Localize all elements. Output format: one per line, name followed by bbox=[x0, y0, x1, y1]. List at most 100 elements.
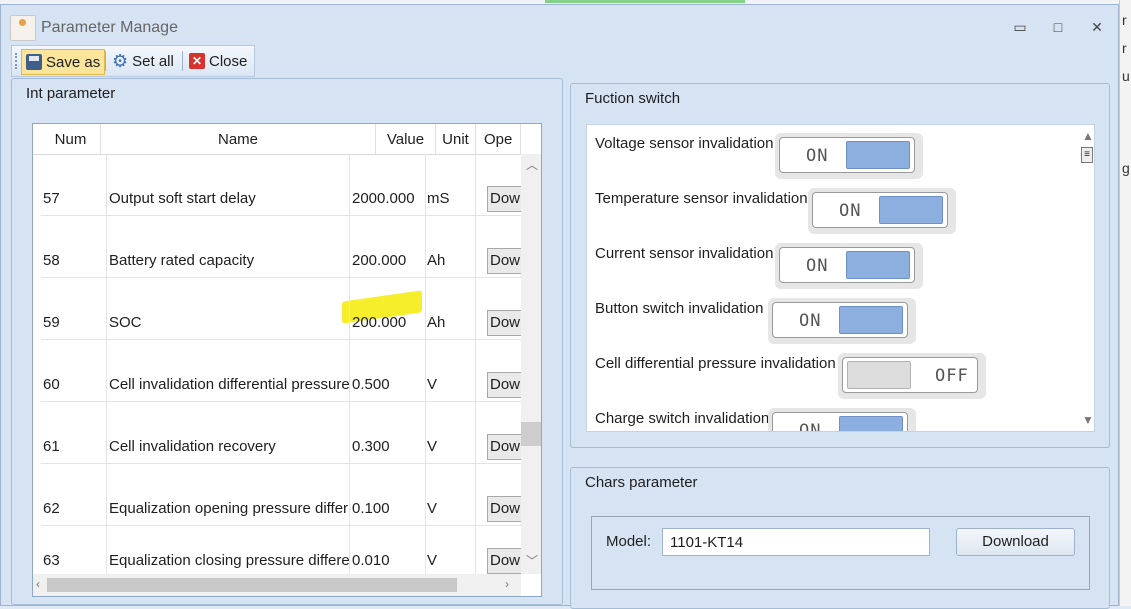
app-logo-icon bbox=[10, 15, 36, 41]
row-download-button[interactable]: Dow bbox=[487, 548, 523, 574]
switch-label: Button switch invalidation bbox=[595, 300, 764, 317]
gear-icon: ⚙ bbox=[112, 51, 129, 71]
parameter-grid: Num Name Value Unit Ope 57 Output soft s… bbox=[32, 123, 542, 597]
column-header-name[interactable]: Name bbox=[101, 124, 376, 154]
row-value[interactable]: 200.000 bbox=[352, 252, 424, 269]
table-row[interactable]: 59 SOC 200.000 Ah Dow bbox=[41, 278, 523, 340]
row-num: 62 bbox=[43, 500, 60, 517]
table-row[interactable]: 61 Cell invalidation recovery 0.300 V Do… bbox=[41, 402, 523, 464]
row-name: Output soft start delay bbox=[109, 190, 256, 207]
grid-vertical-scroll-thumb[interactable] bbox=[521, 422, 541, 446]
toggle-knob bbox=[839, 306, 903, 334]
row-value[interactable]: 0.100 bbox=[352, 500, 424, 517]
grid-header: Num Name Value Unit Ope bbox=[33, 124, 521, 155]
toolbar-grip[interactable] bbox=[15, 53, 19, 69]
scroll-up-icon[interactable]: ︿ bbox=[526, 156, 538, 173]
table-row[interactable]: 62 Equalization opening pressure differ … bbox=[41, 464, 523, 526]
row-name: Battery rated capacity bbox=[109, 252, 255, 269]
toggle-button-switch[interactable]: ON bbox=[768, 298, 916, 344]
table-row[interactable]: 63 Equalization closing pressure differe… bbox=[41, 526, 523, 588]
scroll-down-icon[interactable]: ▼ bbox=[1082, 413, 1094, 427]
close-window-icon[interactable]: ✕ bbox=[1084, 15, 1110, 39]
toolbar-separator bbox=[182, 51, 183, 71]
table-row[interactable]: 60 Cell invalidation differential pressu… bbox=[41, 340, 523, 402]
scroll-thumb-icon[interactable]: ≡ bbox=[1081, 147, 1093, 163]
cell-divider bbox=[106, 278, 107, 340]
cell-divider bbox=[106, 464, 107, 526]
scroll-left-icon[interactable]: ‹ bbox=[36, 577, 40, 591]
cell-divider bbox=[475, 154, 476, 216]
toggle-state: ON bbox=[806, 256, 829, 276]
row-num: 59 bbox=[43, 314, 60, 331]
toggle-state: ON bbox=[799, 311, 822, 331]
row-name: SOC bbox=[109, 314, 142, 331]
row-value[interactable]: 200.000 bbox=[352, 314, 424, 331]
toggle-knob bbox=[839, 416, 903, 431]
cell-divider bbox=[425, 402, 426, 464]
scroll-down-icon[interactable]: ﹀ bbox=[526, 552, 538, 569]
column-header-value[interactable]: Value bbox=[376, 124, 436, 154]
toggle-track: OFF bbox=[842, 357, 978, 393]
cell-divider bbox=[349, 154, 350, 216]
cell-divider bbox=[349, 402, 350, 464]
cell-divider bbox=[106, 402, 107, 464]
grid-horizontal-scroll-thumb[interactable] bbox=[47, 578, 457, 592]
toolbar: Save as ⚙ Set all ✕ Close bbox=[11, 45, 255, 77]
row-download-button[interactable]: Dow bbox=[487, 434, 523, 460]
scroll-up-icon[interactable]: ▲ bbox=[1082, 129, 1094, 143]
row-download-button[interactable]: Dow bbox=[487, 186, 523, 212]
toggle-knob bbox=[847, 361, 911, 389]
toggle-state: ON bbox=[806, 146, 829, 166]
row-unit: V bbox=[427, 376, 438, 393]
cell-divider bbox=[425, 464, 426, 526]
maximize-icon[interactable]: □ bbox=[1045, 15, 1071, 39]
toggle-current-sensor[interactable]: ON bbox=[775, 243, 923, 289]
cell-divider bbox=[106, 216, 107, 278]
row-download-button[interactable]: Dow bbox=[487, 248, 523, 274]
row-name: Equalization closing pressure differe bbox=[109, 552, 349, 569]
toggle-voltage-sensor[interactable]: ON bbox=[775, 133, 923, 179]
cell-divider bbox=[475, 464, 476, 526]
switch-list-scrollbar[interactable]: ▲ ≡ ▼ bbox=[1080, 125, 1094, 431]
row-value[interactable]: 0.300 bbox=[352, 438, 424, 455]
table-row[interactable]: 58 Battery rated capacity 200.000 Ah Dow bbox=[41, 216, 523, 278]
toggle-charge-switch[interactable]: ON bbox=[768, 408, 916, 432]
save-as-button[interactable]: Save as bbox=[21, 49, 106, 75]
row-download-button[interactable]: Dow bbox=[487, 496, 523, 522]
row-value[interactable]: 0.500 bbox=[352, 376, 424, 393]
scroll-right-icon[interactable]: › bbox=[505, 577, 509, 591]
row-num: 63 bbox=[43, 552, 60, 569]
title-bar[interactable]: Parameter Manage ▭ □ ✕ bbox=[1, 5, 1118, 45]
grid-vertical-scrollbar[interactable]: ︿ ﹀ bbox=[521, 154, 541, 574]
toggle-temperature-sensor[interactable]: ON bbox=[808, 188, 956, 234]
toggle-state: ON bbox=[799, 421, 822, 432]
row-download-button[interactable]: Dow bbox=[487, 372, 523, 398]
column-header-operation[interactable]: Ope bbox=[476, 124, 521, 154]
column-header-num[interactable]: Num bbox=[41, 124, 101, 154]
row-download-button[interactable]: Dow bbox=[487, 310, 523, 336]
cell-divider bbox=[425, 154, 426, 216]
save-icon bbox=[26, 54, 42, 70]
row-value[interactable]: 2000.000 bbox=[352, 190, 424, 207]
toggle-knob bbox=[846, 251, 910, 279]
cell-divider bbox=[475, 402, 476, 464]
close-button[interactable]: ✕ Close bbox=[185, 49, 251, 73]
set-all-button[interactable]: ⚙ Set all bbox=[108, 49, 178, 73]
toggle-state: OFF bbox=[935, 366, 969, 386]
chars-parameter-group: Chars parameter Model: 1101-KT14 Downloa… bbox=[570, 467, 1110, 609]
switch-label: Cell differential pressure invalidation bbox=[595, 355, 836, 372]
row-num: 57 bbox=[43, 190, 60, 207]
download-button[interactable]: Download bbox=[956, 528, 1075, 556]
minimize-icon[interactable]: ▭ bbox=[1007, 15, 1033, 39]
table-row[interactable]: 57 Output soft start delay 2000.000 mS D… bbox=[41, 154, 523, 216]
close-icon: ✕ bbox=[189, 53, 205, 69]
switch-label: Current sensor invalidation bbox=[595, 245, 774, 262]
toggle-cell-differential-pressure[interactable]: OFF bbox=[838, 353, 986, 399]
column-header-unit[interactable]: Unit bbox=[436, 124, 476, 154]
cell-divider bbox=[475, 216, 476, 278]
row-value[interactable]: 0.010 bbox=[352, 552, 424, 569]
cell-divider bbox=[349, 340, 350, 402]
model-input[interactable]: 1101-KT14 bbox=[662, 528, 930, 556]
toggle-track: ON bbox=[772, 412, 908, 432]
toggle-knob bbox=[846, 141, 910, 169]
